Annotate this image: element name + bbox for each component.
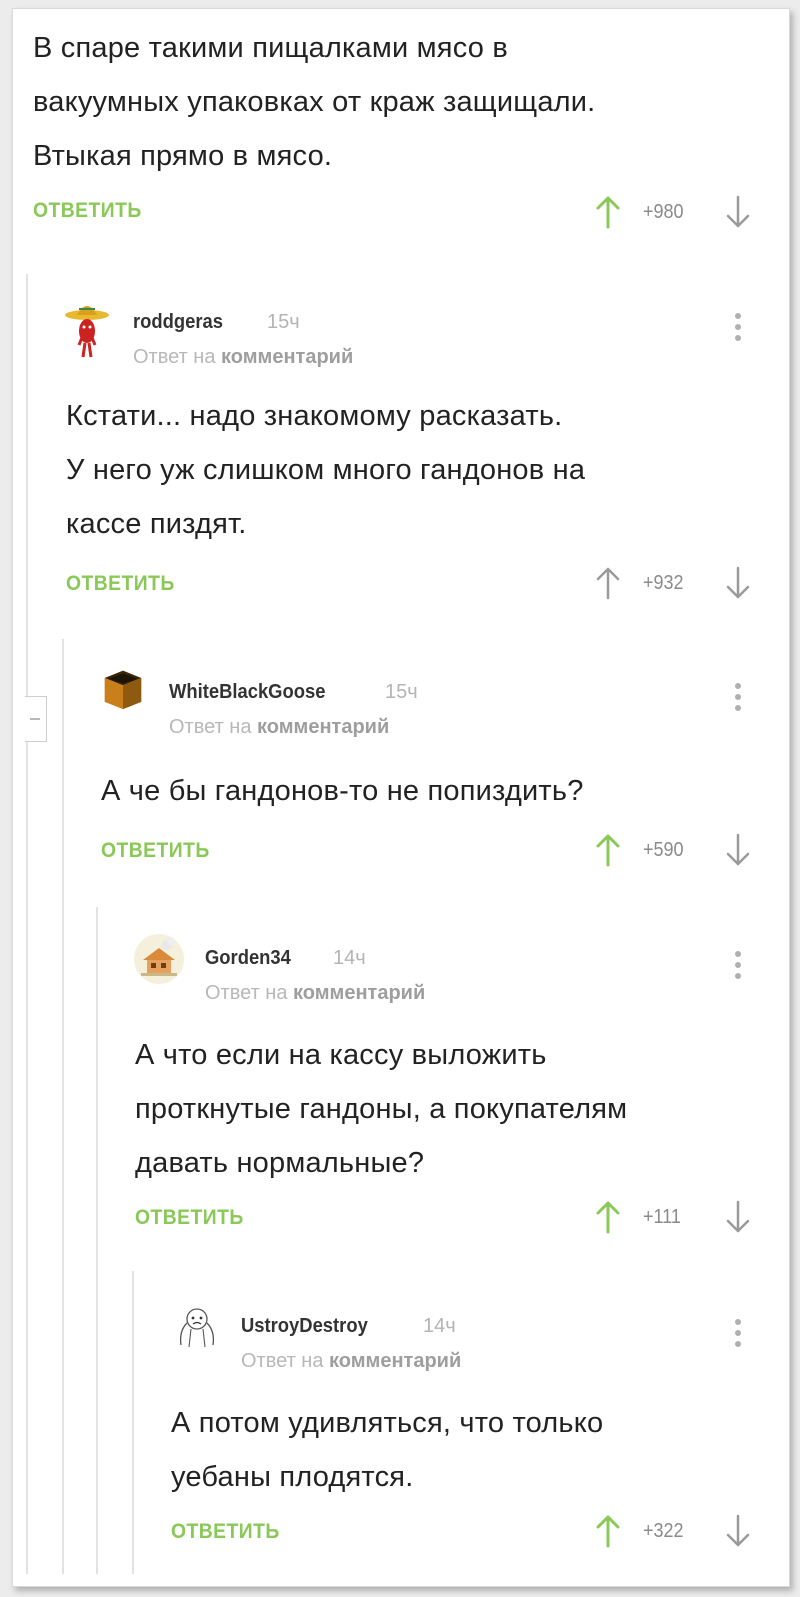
rating: +322 [643, 1520, 684, 1542]
username[interactable]: WhiteBlackGoose [169, 681, 325, 704]
arrow-down-icon[interactable] [725, 833, 751, 867]
comments-screen: В спаре такими пищалками мясо в вакуумны… [12, 8, 790, 1587]
more-vertical-icon[interactable] [733, 951, 743, 985]
comment-item: roddgeras 15ч Ответ на комментарий Кстат… [13, 291, 789, 631]
reply-to-prefix: Ответ на [205, 982, 288, 1004]
open-box-avatar [104, 670, 142, 710]
reply-button[interactable]: ОТВЕТИТЬ [33, 199, 142, 223]
comment-time: 14ч [333, 947, 366, 969]
reply-button[interactable]: ОТВЕТИТЬ [171, 1520, 280, 1544]
reply-button[interactable]: ОТВЕТИТЬ [135, 1206, 244, 1230]
arrow-up-icon[interactable] [595, 1514, 621, 1548]
reply-to-prefix: Ответ на [169, 716, 252, 738]
more-vertical-icon[interactable] [733, 683, 743, 717]
comment-root: В спаре такими пищалками мясо в вакуумны… [13, 9, 789, 269]
reply-to-line: Ответ на комментарий [205, 982, 425, 1005]
username[interactable]: UstroyDestroy [241, 1315, 368, 1338]
rating: +590 [643, 839, 684, 861]
arrow-up-icon[interactable] [595, 566, 621, 600]
reply-to-prefix: Ответ на [133, 346, 216, 368]
arrow-down-icon[interactable] [725, 1200, 751, 1234]
comment-time: 14ч [423, 1315, 456, 1337]
reply-to-line: Ответ на комментарий [241, 1350, 461, 1373]
reply-to-link[interactable]: комментарий [257, 716, 389, 738]
chili-pepper-sombrero-avatar [65, 306, 109, 358]
comment-text: В спаре такими пищалками мясо в вакуумны… [33, 32, 596, 172]
comment-item: Gorden34 14ч Ответ на комментарий А что … [13, 929, 789, 1259]
reply-to-link[interactable]: комментарий [329, 1350, 461, 1372]
rating: +932 [643, 572, 684, 594]
reply-to-link[interactable]: комментарий [293, 982, 425, 1004]
comment-item: WhiteBlackGoose 15ч Ответ на комментарий… [13, 661, 789, 891]
comment-text: А потом удивляться, что только уебаны пл… [171, 1407, 604, 1493]
comment-text: А че бы гандонов-то не попиздить? [101, 775, 584, 807]
comment-time: 15ч [267, 311, 300, 333]
comment-item: UstroyDestroy 14ч Ответ на комментарий А… [13, 1297, 789, 1586]
arrow-up-icon[interactable] [595, 833, 621, 867]
comment-time: 15ч [385, 681, 418, 703]
rating: +980 [643, 201, 684, 223]
reply-to-prefix: Ответ на [241, 1350, 324, 1372]
arrow-down-icon[interactable] [725, 566, 751, 600]
rating: +111 [643, 1206, 681, 1228]
comment-text: А что если на кассу выложить проткнутые … [135, 1039, 628, 1179]
username[interactable]: roddgeras [133, 311, 223, 334]
arrow-down-icon[interactable] [725, 1514, 751, 1548]
arrow-down-icon[interactable] [725, 195, 751, 229]
reply-button[interactable]: ОТВЕТИТЬ [66, 572, 175, 596]
reply-button[interactable]: ОТВЕТИТЬ [101, 839, 210, 863]
reply-to-link[interactable]: комментарий [221, 346, 353, 368]
more-vertical-icon[interactable] [733, 1319, 743, 1353]
sketch-face-avatar [179, 1308, 215, 1348]
username[interactable]: Gorden34 [205, 947, 291, 970]
comment-text: Кстати... надо знакомому расказать. У не… [66, 400, 586, 540]
reply-to-line: Ответ на комментарий [133, 346, 353, 369]
arrow-up-icon[interactable] [595, 195, 621, 229]
reply-to-line: Ответ на комментарий [169, 716, 389, 739]
cartoon-house-avatar [134, 934, 184, 984]
arrow-up-icon[interactable] [595, 1200, 621, 1234]
more-vertical-icon[interactable] [733, 313, 743, 347]
